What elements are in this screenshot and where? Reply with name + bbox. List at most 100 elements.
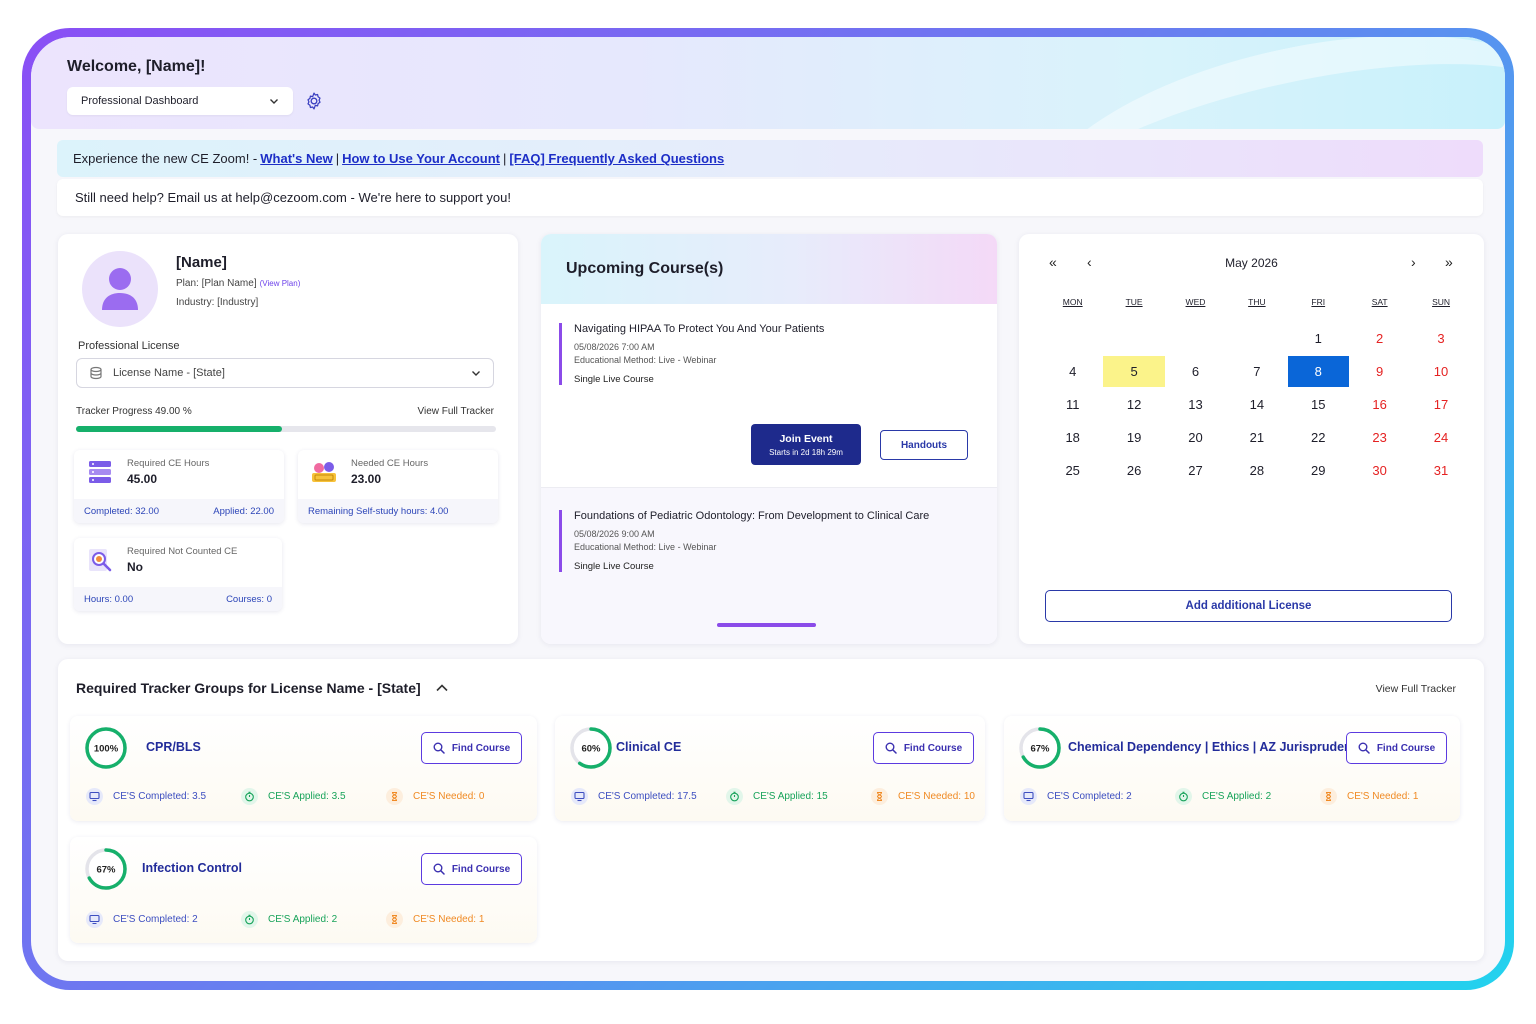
calendar-empty-cell <box>1042 323 1103 354</box>
calendar-day[interactable]: 1 <box>1288 323 1349 354</box>
calendar-day[interactable]: 28 <box>1226 455 1287 486</box>
calendar-day[interactable]: 22 <box>1288 422 1349 453</box>
progress-ring-label: 67% <box>1030 744 1050 755</box>
plan-text: Plan: [Plan Name] <box>176 278 257 289</box>
calendar-day[interactable]: 5 <box>1103 356 1165 387</box>
ce-completed-text: CE'S Completed: 3.5 <box>113 791 207 802</box>
progress-ring: 67% <box>1019 727 1061 769</box>
help-bar: Still need help? Email us at help@cezoom… <box>57 179 1483 216</box>
search-icon <box>885 742 897 754</box>
view-plan-link[interactable]: (View Plan) <box>260 279 301 288</box>
find-course-label: Find Course <box>1376 742 1436 754</box>
find-course-button[interactable]: Find Course <box>421 732 522 764</box>
calendar-day[interactable]: 13 <box>1165 389 1226 420</box>
calendar-day[interactable]: 29 <box>1288 455 1349 486</box>
calendar-day[interactable]: 4 <box>1042 356 1103 387</box>
gear-icon[interactable] <box>304 91 324 111</box>
calendar-day[interactable]: 30 <box>1349 455 1410 486</box>
ce-completed-stat: CE'S Completed: 2 <box>86 911 241 928</box>
chevron-up-icon[interactable] <box>435 681 449 695</box>
hourglass-icon <box>386 788 403 805</box>
stat-value: 23.00 <box>351 472 382 486</box>
search-icon <box>433 863 445 875</box>
calendar-day[interactable]: 21 <box>1226 422 1287 453</box>
tracker-group-name: Chemical Dependency | Ethics | AZ Jurisp… <box>1068 740 1366 754</box>
handouts-button[interactable]: Handouts <box>880 430 968 460</box>
welcome-title: Welcome, [Name]! <box>67 58 206 75</box>
calendar-day[interactable]: 20 <box>1165 422 1226 453</box>
calendar-day[interactable]: 10 <box>1410 356 1471 387</box>
carousel-indicator[interactable] <box>717 623 816 627</box>
tracker-group-stats: CE'S Completed: 17.5 CE'S Applied: 15 CE'S… <box>571 788 975 805</box>
stat-remaining: Remaining Self-study hours: 4.00 <box>308 505 449 517</box>
ce-applied-stat: CE'S Applied: 2 <box>241 911 386 928</box>
tracker-groups-header: Required Tracker Groups for License Name… <box>76 680 449 696</box>
ticket-icon <box>312 462 336 482</box>
separator: | <box>503 151 507 166</box>
calendar-day[interactable]: 18 <box>1042 422 1103 453</box>
ce-completed-text: CE'S Completed: 17.5 <box>598 791 697 802</box>
calendar-day[interactable]: 8 <box>1287 356 1349 387</box>
tracker-groups-card: Required Tracker Groups for License Name… <box>58 659 1484 961</box>
calendar-empty-cell <box>1226 323 1287 354</box>
find-course-button[interactable]: Find Course <box>873 732 974 764</box>
join-event-button[interactable]: Join Event Starts in 2d 18h 29m <box>751 424 861 465</box>
calendar-grid: MON TUE WED THU FRI SAT SUN 1 2 3 4 5 6 7 8 9 10 11 12 13 14… <box>1042 294 1472 487</box>
ce-completed-text: CE'S Completed: 2 <box>1047 791 1132 802</box>
course-type: Single Live Course <box>574 374 654 385</box>
calendar-day[interactable]: 6 <box>1165 356 1226 387</box>
stat-courses: Courses: 0 <box>226 593 272 605</box>
ce-needed-text: CE'S Needed: 1 <box>413 914 485 925</box>
calendar-day[interactable]: 24 <box>1410 422 1471 453</box>
calendar-day[interactable]: 16 <box>1349 389 1410 420</box>
license-select[interactable]: License Name - [State] <box>76 358 494 388</box>
progress-ring: 100% <box>85 727 127 769</box>
whats-new-link[interactable]: What's New <box>260 151 332 166</box>
course-datetime: 05/08/2026 9:00 AM <box>574 529 655 539</box>
server-icon <box>89 461 111 483</box>
course-method: Educational Method: Live - Webinar <box>574 542 717 552</box>
find-course-label: Find Course <box>451 863 511 875</box>
how-to-use-link[interactable]: How to Use Your Account <box>342 151 500 166</box>
calendar-day[interactable]: 15 <box>1288 389 1349 420</box>
calendar-day[interactable]: 17 <box>1410 389 1471 420</box>
chevron-down-icon <box>270 99 278 104</box>
calendar-weekday: FRI <box>1311 297 1326 307</box>
required-ce-hours-card: Required CE Hours 45.00 Completed: 32.00… <box>74 450 284 523</box>
ce-needed-text: CE'S Needed: 10 <box>898 791 975 802</box>
ce-needed-stat: CE'S Needed: 1 <box>386 911 484 928</box>
calendar-day[interactable]: 31 <box>1410 455 1471 486</box>
profile-card: [Name] Plan: [Plan Name] (View Plan) Indu… <box>58 234 518 644</box>
groups-view-full-tracker-link[interactable]: View Full Tracker <box>1376 683 1456 695</box>
calendar-day[interactable]: 26 <box>1103 455 1164 486</box>
stat-applied: Applied: 22.00 <box>213 505 274 517</box>
calendar-day[interactable]: 3 <box>1410 323 1471 354</box>
calendar-day[interactable]: 12 <box>1103 389 1164 420</box>
calendar-day[interactable]: 7 <box>1226 356 1287 387</box>
ce-needed-stat: CE'S Needed: 1 <box>1320 788 1418 805</box>
dashboard-select[interactable]: Professional Dashboard <box>67 87 293 115</box>
ce-completed-stat: CE'S Completed: 17.5 <box>571 788 726 805</box>
faq-link[interactable]: [FAQ] Frequently Asked Questions <box>509 151 724 166</box>
calendar-day[interactable]: 23 <box>1349 422 1410 453</box>
course-type: Single Live Course <box>574 561 654 572</box>
calendar-next-button[interactable]: › <box>1411 254 1416 270</box>
calendar-day[interactable]: 25 <box>1042 455 1103 486</box>
calendar-day[interactable]: 2 <box>1349 323 1410 354</box>
calendar-day[interactable]: 11 <box>1042 389 1103 420</box>
separator: | <box>335 151 340 166</box>
calendar-day[interactable]: 9 <box>1349 356 1410 387</box>
calendar-week-row: 11 12 13 14 15 16 17 <box>1042 388 1472 421</box>
find-course-button[interactable]: Find Course <box>421 853 522 885</box>
calendar-day[interactable]: 27 <box>1165 455 1226 486</box>
tracker-progress-label: Tracker Progress 49.00 % <box>76 406 192 417</box>
view-full-tracker-link[interactable]: View Full Tracker <box>417 406 494 417</box>
profile-name: [Name] <box>176 254 227 271</box>
find-course-button[interactable]: Find Course <box>1346 732 1447 764</box>
add-license-button[interactable]: Add additional License <box>1045 590 1452 622</box>
tracker-group-stats: CE'S Completed: 2 CE'S Applied: 2 CE'S Nee… <box>1020 788 1418 805</box>
calendar-day[interactable]: 19 <box>1103 422 1164 453</box>
calendar-last-button[interactable]: » <box>1445 254 1453 270</box>
needed-ce-hours-card: Needed CE Hours 23.00 Remaining Self-stu… <box>298 450 498 523</box>
calendar-day[interactable]: 14 <box>1226 389 1287 420</box>
